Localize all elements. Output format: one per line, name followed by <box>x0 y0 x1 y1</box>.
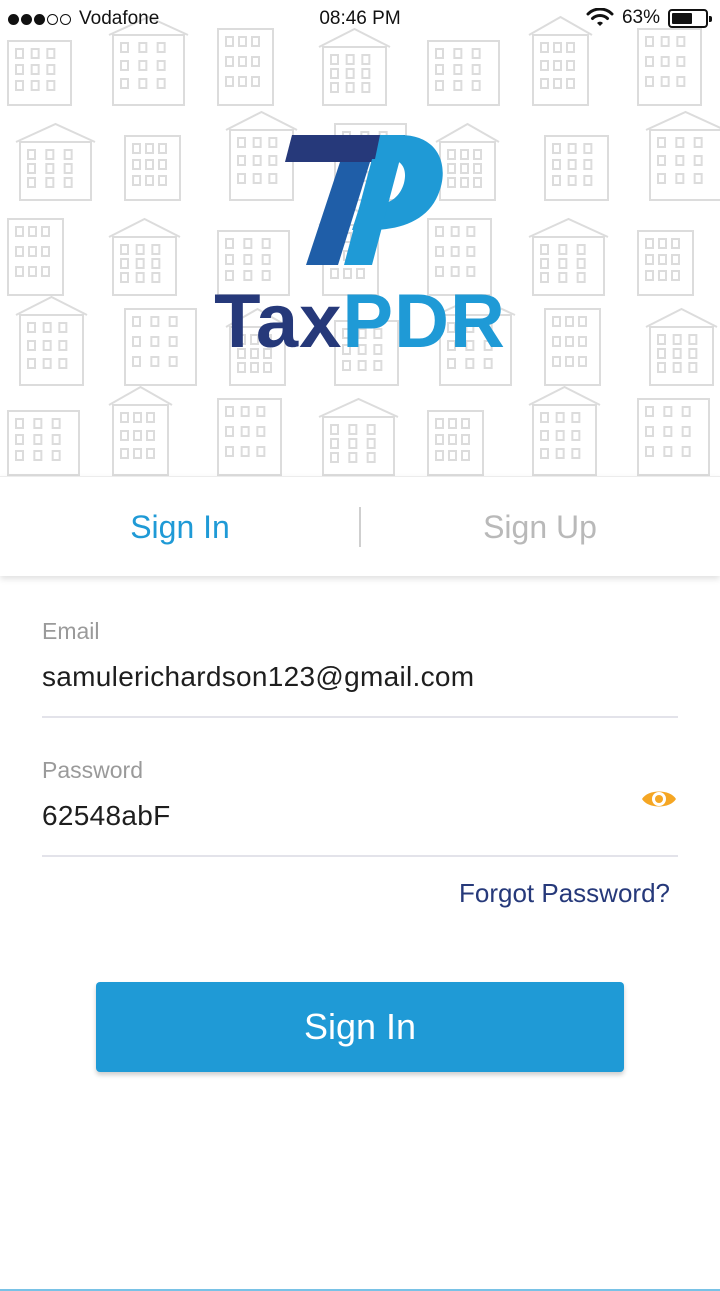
building-doodle <box>7 410 80 476</box>
battery-icon <box>668 8 712 28</box>
building-doodle <box>217 28 274 106</box>
sign-in-button[interactable]: Sign In <box>96 982 624 1072</box>
brand-wordmark: TaxPDR <box>0 278 720 365</box>
wifi-icon <box>586 8 614 26</box>
email-label: Email <box>42 618 100 644</box>
building-doodle <box>217 398 282 476</box>
email-field[interactable]: Email samulerichardson123@gmail.com <box>42 618 678 718</box>
building-doodle <box>318 27 391 106</box>
building-doodle <box>427 40 500 106</box>
tab-sign-in[interactable]: Sign In <box>0 477 360 577</box>
forgot-password-link[interactable]: Forgot Password? <box>459 878 670 909</box>
tab-sign-up[interactable]: Sign Up <box>360 477 720 577</box>
password-label: Password <box>42 757 143 783</box>
building-doodle <box>108 385 173 476</box>
building-doodle <box>528 385 601 476</box>
email-input[interactable]: samulerichardson123@gmail.com <box>42 661 678 693</box>
email-underline <box>42 716 678 718</box>
brand-name-tax: Tax <box>214 279 343 364</box>
password-field[interactable]: Password 62548abF <box>42 757 678 857</box>
status-right: 63% <box>586 7 712 29</box>
battery-percent: 63% <box>621 7 660 28</box>
brand-name-pdr: PDR <box>342 279 506 364</box>
auth-tabs: Sign In Sign Up <box>0 476 720 576</box>
building-doodle <box>637 28 702 106</box>
password-underline <box>42 855 678 857</box>
eye-icon[interactable] <box>640 787 678 811</box>
battery-fill <box>672 12 693 24</box>
password-input[interactable]: 62548abF <box>42 800 678 832</box>
building-doodle <box>318 397 399 476</box>
building-doodle <box>7 40 72 106</box>
building-doodle <box>427 410 484 476</box>
status-bar: Vodafone 08:46 PM 63% <box>0 0 720 38</box>
building-doodle <box>637 398 710 476</box>
